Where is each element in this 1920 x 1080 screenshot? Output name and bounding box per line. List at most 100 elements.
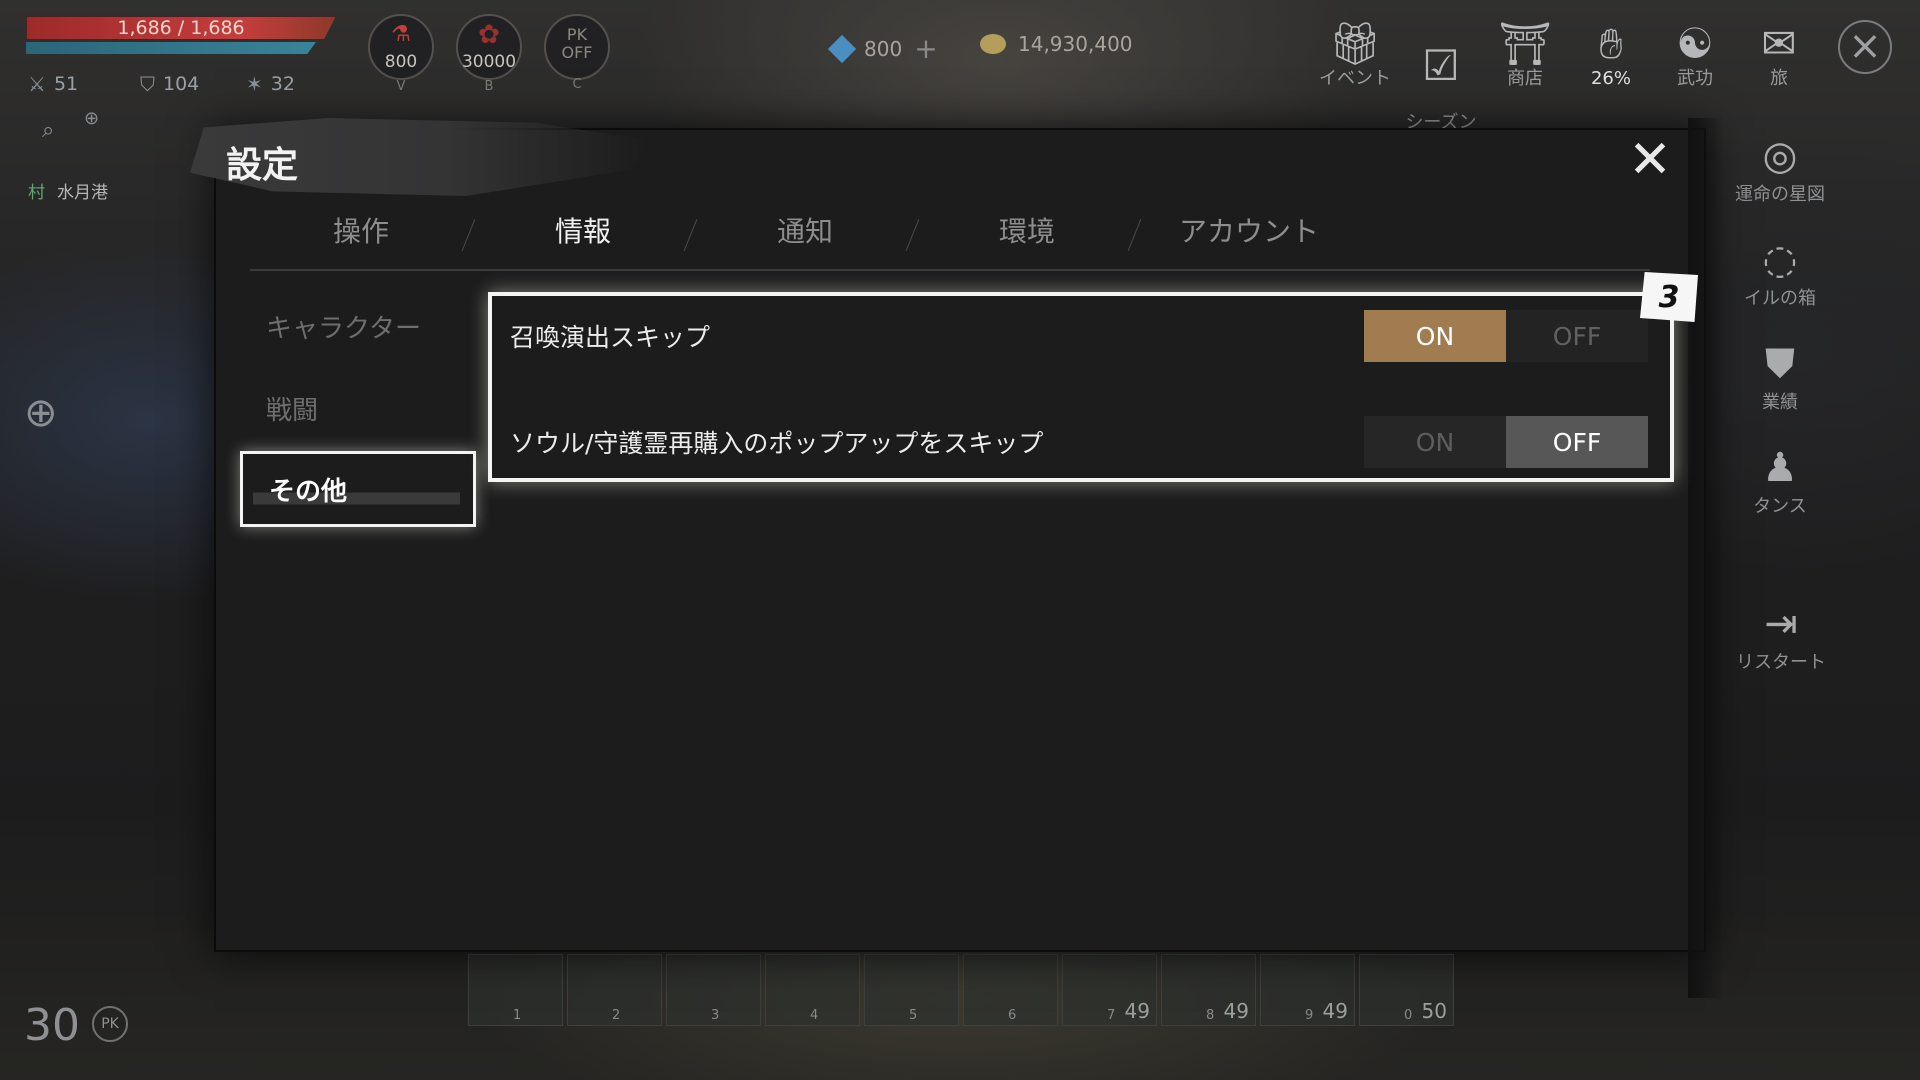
spirit-value: 32 <box>270 73 295 95</box>
tab-account[interactable]: アカウント <box>1138 210 1360 270</box>
menu-event[interactable]: 🎁︎ イベント <box>1310 20 1400 90</box>
menu-martial-label: 武功 <box>1677 68 1713 89</box>
rose-slot[interactable]: ✿ 30000 B <box>456 14 522 94</box>
potion-icon: ⚗ <box>391 22 411 47</box>
summon-skip-off-button[interactable]: OFF <box>1506 310 1648 362</box>
attack-value: 51 <box>53 73 79 95</box>
rose-key: B <box>484 79 494 94</box>
location-name: 水月港 <box>57 183 108 203</box>
hotbar-slot[interactable]: 6 <box>963 954 1058 1026</box>
pk-state: OFF <box>561 43 593 62</box>
potion-key: V <box>396 79 406 94</box>
menu-shop[interactable]: ⛩ 商店 <box>1480 20 1570 90</box>
close-icon[interactable]: ✕ <box>1622 132 1678 188</box>
subnav-character[interactable]: キャラクター <box>240 285 480 367</box>
emblem-icon: ⛊ <box>1765 341 1795 387</box>
shop-icon: ⛩ <box>1498 19 1552 68</box>
pk-toggle[interactable]: PK OFF C <box>544 14 610 92</box>
swirl-icon: ◌ <box>1762 237 1798 283</box>
summon-skip-on-button[interactable]: ON <box>1364 310 1506 362</box>
menu-shop-label: 商店 <box>1507 68 1543 89</box>
defense-stat: ⛉ 104 <box>140 72 199 96</box>
potion-slot[interactable]: ⚗ 800 V <box>368 14 434 94</box>
menu-il-box[interactable]: ◌ イルの箱 <box>1730 236 1830 310</box>
gold-currency: 14,930,400 <box>980 32 1133 56</box>
add-gem-icon[interactable]: + <box>914 32 937 65</box>
dialog-title: 設定 <box>226 145 299 186</box>
subnav-combat[interactable]: 戦闘 <box>240 367 480 449</box>
repurchase-popup-off-button[interactable]: OFF <box>1506 416 1648 468</box>
menu-achievements[interactable]: ⛊ 業績 <box>1730 340 1830 414</box>
setting-label: ソウル/守護霊再購入のポップアップをスキップ <box>510 429 1044 458</box>
step-badge: 3 <box>1640 272 1698 322</box>
yin-yang-icon: ☯ <box>1676 19 1714 68</box>
location-label: 村水月港 <box>28 178 108 203</box>
hp-text: 1,686 / 1,686 <box>117 17 245 39</box>
potion-count: 800 <box>384 52 418 72</box>
exit-game-icon[interactable]: × <box>1838 20 1892 74</box>
sparkle-icon: ✶ <box>246 72 263 96</box>
spiral-icon: ◎ <box>1762 133 1798 179</box>
spirit-stat: ✶ 32 <box>246 72 295 96</box>
tab-notifications[interactable]: 通知 <box>694 210 916 270</box>
tabs-divider <box>250 269 1650 271</box>
dancer-icon: ♟ <box>1762 445 1798 491</box>
setting-row-repurchase-popup-skip: ソウル/守護霊再購入のポップアップをスキップ ON OFF <box>510 414 1648 470</box>
skill-hotbar: 1 2 3 4 5 6 7 49 8 49 9 49 0 50 <box>468 954 1454 1026</box>
menu-star-chart-label: 運命の星図 <box>1735 184 1825 205</box>
location-tag: 村 <box>28 183 45 203</box>
tab-environment[interactable]: 環境 <box>916 210 1138 270</box>
hp-bar: 1,686 / 1,686 <box>26 16 336 40</box>
setting-row-summon-skip: 召喚演出スキップ ON OFF <box>510 308 1648 364</box>
calendar-check-icon: ☑ <box>1422 41 1460 90</box>
menu-restart-label: リスタート <box>1736 652 1826 673</box>
hotbar-slot[interactable]: 0 50 <box>1359 954 1454 1026</box>
tab-info[interactable]: 情報 <box>472 210 694 270</box>
menu-wardrobe[interactable]: ♟ タンス <box>1730 444 1830 518</box>
gem-count: 800 <box>864 36 903 61</box>
hotbar-slot[interactable]: 5 <box>864 954 959 1026</box>
hotbar-slot[interactable]: 4 <box>765 954 860 1026</box>
rose-count: 30000 <box>461 52 517 72</box>
level-number: 30 <box>24 1000 80 1051</box>
menu-star-chart[interactable]: ◎ 運命の星図 <box>1730 132 1830 206</box>
menu-event-label: イベント <box>1319 68 1391 89</box>
gem-currency: 800 + <box>827 32 938 65</box>
settings-subnav: キャラクター 戦闘 その他 <box>240 285 480 527</box>
menu-il-box-label: イルの箱 <box>1744 288 1816 309</box>
minimap-toggle-icon[interactable]: ⊕ <box>84 108 99 129</box>
subnav-other[interactable]: その他 <box>240 451 476 527</box>
menu-achievements-label: 業績 <box>1762 392 1798 413</box>
mp-bar <box>26 42 316 54</box>
menu-martial[interactable]: ☯ 武功 <box>1650 20 1740 90</box>
plus-icon[interactable]: ⊕ <box>24 390 58 436</box>
menu-progress[interactable]: ✋︎ 26% <box>1566 20 1656 90</box>
hotbar-slot[interactable]: 7 49 <box>1062 954 1157 1026</box>
crossed-swords-icon: ⚔ <box>28 72 46 96</box>
menu-wardrobe-label: タンス <box>1753 496 1807 517</box>
pk-label: PK <box>566 25 588 44</box>
menu-travel[interactable]: ✉︎ 旅 <box>1734 20 1824 90</box>
shield-icon: ⛉ <box>140 72 155 96</box>
repurchase-popup-on-button[interactable]: ON <box>1364 416 1506 468</box>
setting-label: 召喚演出スキップ <box>510 323 711 352</box>
dialog-brush-edge <box>1688 118 1724 998</box>
search-icon[interactable]: ⌕ <box>42 118 54 143</box>
hotbar-slot[interactable]: 9 49 <box>1260 954 1355 1026</box>
hotbar-slot[interactable]: 8 49 <box>1161 954 1256 1026</box>
hotbar-slot[interactable]: 3 <box>666 954 761 1026</box>
hotbar-slot[interactable]: 2 <box>567 954 662 1026</box>
menu-restart[interactable]: ⇥ リスタート <box>1716 600 1846 674</box>
hotbar-slot[interactable]: 1 <box>468 954 563 1026</box>
tab-controls[interactable]: 操作 <box>250 210 472 270</box>
gold-count: 14,930,400 <box>1018 32 1133 56</box>
pk-key: C <box>572 77 582 92</box>
menu-travel-label: 旅 <box>1770 68 1788 89</box>
gem-icon <box>827 34 857 63</box>
settings-tabs: 操作 情報 通知 環境 アカウント <box>250 210 1650 270</box>
pk-small-icon: PK <box>92 1006 128 1042</box>
repurchase-popup-toggle: ON OFF <box>1364 416 1648 468</box>
attack-stat: ⚔ 51 <box>28 72 78 96</box>
travel-icon: ✉︎ <box>1761 19 1797 68</box>
exit-arrow-icon: ⇥ <box>1764 601 1798 647</box>
